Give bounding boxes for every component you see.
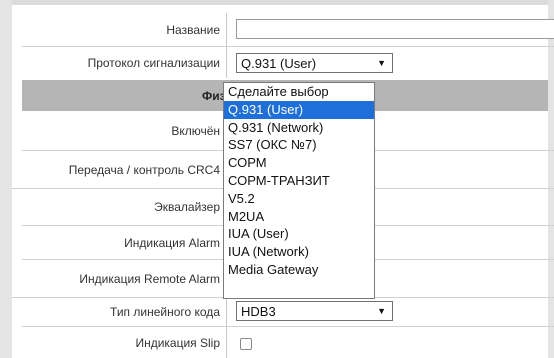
dropdown-option[interactable]: Media Gateway xyxy=(224,261,374,279)
dropdown-option[interactable]: СОРМ-ТРАНЗИТ xyxy=(224,172,374,190)
window-frame-top xyxy=(0,0,554,5)
name-input[interactable] xyxy=(236,19,554,39)
row-protocol: Протокол сигнализации Q.931 (User) ▼ xyxy=(12,47,548,78)
protocol-dropdown-list: Сделайте выбор Q.931 (User) Q.931 (Netwo… xyxy=(223,82,375,299)
line-code-select[interactable]: HDB3 ▼ xyxy=(236,301,393,321)
slip-checkbox[interactable] xyxy=(240,338,252,350)
protocol-select[interactable]: Q.931 (User) ▼ xyxy=(236,53,393,73)
dropdown-arrow-icon[interactable]: ▼ xyxy=(377,306,386,316)
slip-label: Индикация Slip xyxy=(22,327,227,358)
dropdown-option-selected[interactable]: Q.931 (User) xyxy=(224,100,374,119)
alarm-label: Индикация Alarm xyxy=(22,226,227,259)
protocol-select-value: Q.931 (User) xyxy=(241,55,317,71)
equalizer-label: Эквалайзер xyxy=(22,189,227,225)
dropdown-option[interactable]: V5.2 xyxy=(224,190,374,208)
dropdown-option[interactable]: Q.931 (Network) xyxy=(224,119,374,137)
line-code-cell: HDB3 ▼ xyxy=(228,298,548,326)
window-frame-left xyxy=(0,0,12,358)
crc4-label: Передача / контроль CRC4 xyxy=(12,151,227,188)
dropdown-option[interactable]: SS7 (ОКС №7) xyxy=(224,136,374,154)
row-line-code: Тип линейного кода HDB3 ▼ xyxy=(12,298,548,326)
name-label: Название xyxy=(22,13,227,46)
line-code-select-value: HDB3 xyxy=(241,303,276,319)
row-slip: Индикация Slip xyxy=(12,327,548,358)
slip-cell xyxy=(228,327,548,358)
enabled-label: Включён xyxy=(22,112,227,150)
protocol-label: Протокол сигнализации xyxy=(22,47,227,78)
remote-alarm-label: Индикация Remote Alarm xyxy=(12,260,227,297)
dropdown-option[interactable]: IUA (Network) xyxy=(224,243,374,261)
dropdown-option[interactable]: M2UA xyxy=(224,208,374,226)
dropdown-arrow-icon[interactable]: ▼ xyxy=(377,58,386,68)
name-cell xyxy=(228,13,554,46)
dropdown-option[interactable]: Сделайте выбор xyxy=(224,83,374,101)
dropdown-option[interactable]: IUA (User) xyxy=(224,225,374,243)
protocol-cell: Q.931 (User) ▼ xyxy=(228,47,548,78)
window-frame-right xyxy=(548,0,554,358)
line-code-label: Тип линейного кода xyxy=(22,298,227,326)
row-name: Название xyxy=(12,13,554,46)
dropdown-option[interactable]: СОРМ xyxy=(224,154,374,172)
